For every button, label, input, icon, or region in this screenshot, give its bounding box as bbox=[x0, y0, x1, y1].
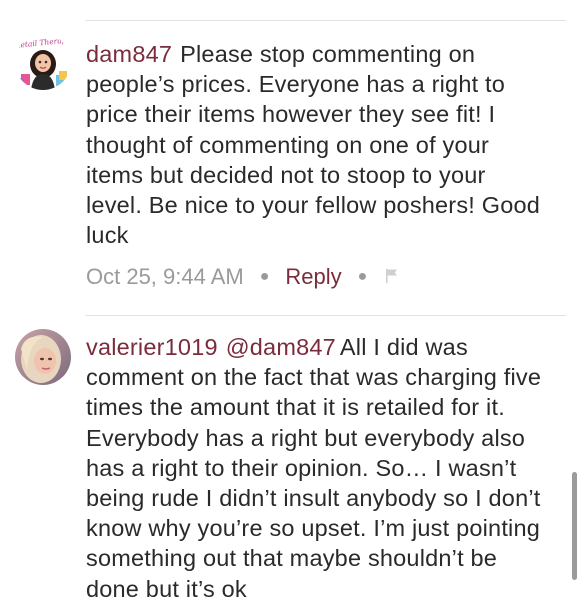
comment-text: dam847 Please stop commenting on people’s… bbox=[86, 39, 546, 250]
scrollbar[interactable] bbox=[572, 472, 577, 580]
comment-mention[interactable]: @dam847 bbox=[226, 334, 336, 360]
comment-body: All I did was comment on the fact that w… bbox=[86, 334, 542, 602]
flag-icon[interactable] bbox=[385, 264, 399, 290]
comment-username[interactable]: dam847 bbox=[86, 41, 172, 67]
comment-timestamp: Oct 25, 9:44 AM bbox=[86, 264, 244, 289]
separator-dot-icon: ● bbox=[357, 268, 368, 285]
comment-username[interactable]: valerier1019 bbox=[86, 334, 218, 360]
comment-text: valerier1019 @dam847 All I did was comment… bbox=[86, 332, 546, 604]
comment-divider bbox=[85, 315, 566, 316]
profile-photo-avatar[interactable] bbox=[15, 329, 71, 385]
comment-meta: Oct 25, 9:44 AM ● Reply ● bbox=[86, 264, 399, 290]
top-divider bbox=[85, 20, 566, 21]
retail-therapy-avatar[interactable]: Retail Therapy bbox=[15, 34, 71, 90]
reply-button[interactable]: Reply bbox=[285, 264, 341, 290]
separator-dot-icon: ● bbox=[259, 268, 270, 285]
comment-body: Please stop commenting on people’s price… bbox=[86, 41, 541, 249]
